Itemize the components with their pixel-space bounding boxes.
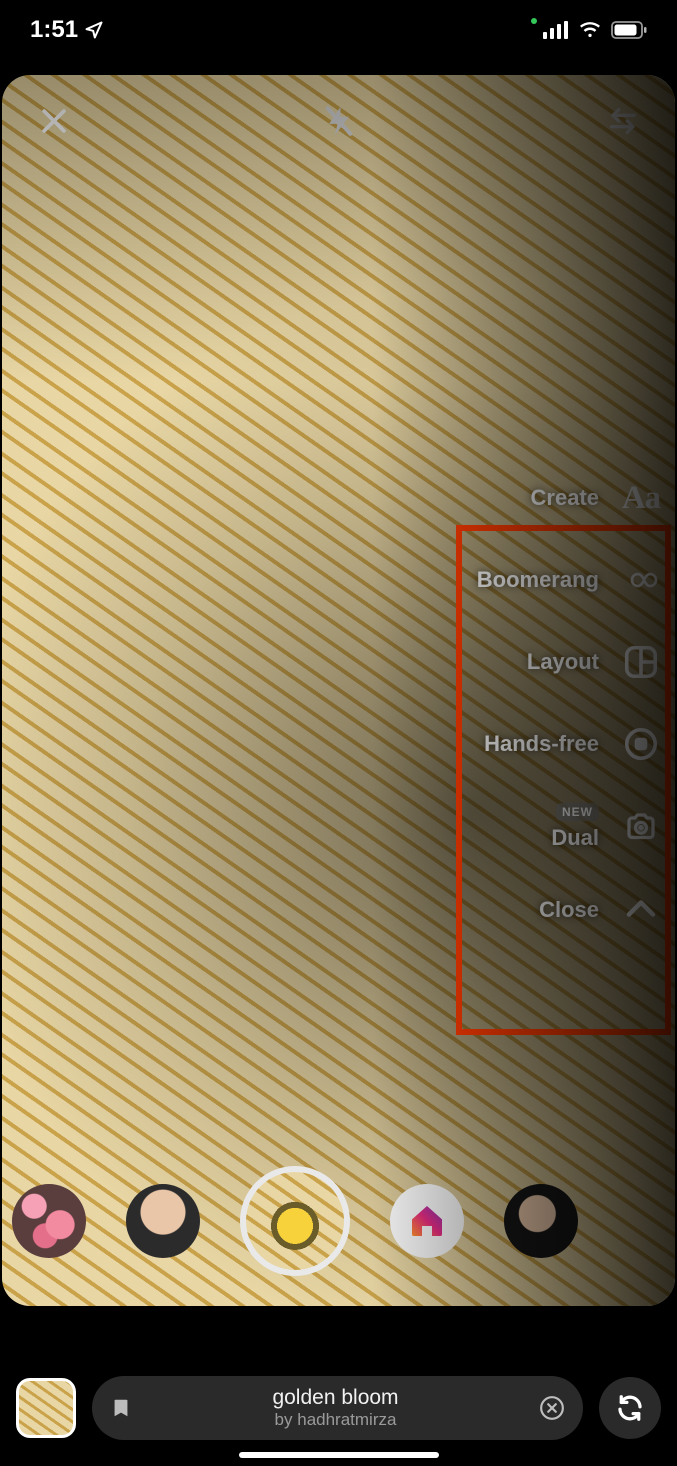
- text-aa-icon: Aa: [621, 478, 661, 518]
- story-tools-column: Create Aa Boomerang Layout Hands-free NE…: [477, 475, 661, 933]
- clear-effect-icon[interactable]: [539, 1395, 565, 1421]
- camera-active-dot-icon: [531, 18, 537, 24]
- flash-button[interactable]: [315, 97, 363, 145]
- effect-thumb[interactable]: [504, 1184, 578, 1258]
- tool-create[interactable]: Create Aa: [477, 475, 661, 521]
- effect-thumb[interactable]: [390, 1184, 464, 1258]
- tool-boomerang-label: Boomerang: [477, 567, 599, 593]
- camera-viewport: Create Aa Boomerang Layout Hands-free NE…: [2, 75, 675, 1306]
- status-time: 1:51: [30, 16, 78, 44]
- tool-dual-label: Dual: [551, 825, 599, 851]
- tool-dual[interactable]: NEW Dual: [477, 803, 661, 851]
- tool-layout-label: Layout: [527, 649, 599, 675]
- location-arrow-icon: [84, 20, 104, 40]
- flash-off-icon: [322, 102, 356, 140]
- effect-title: golden bloom: [150, 1386, 521, 1411]
- layout-grid-icon: [621, 642, 661, 682]
- effects-carousel[interactable]: [2, 1166, 675, 1276]
- bookmark-icon: [110, 1395, 132, 1421]
- status-bar: 1:51: [0, 0, 677, 60]
- effect-thumb[interactable]: [126, 1184, 200, 1258]
- viewport-top-bar: [2, 97, 675, 145]
- effect-info-pill[interactable]: golden bloom by hadhratmirza: [92, 1376, 583, 1440]
- cellular-icon: [543, 21, 569, 39]
- swap-camera-button[interactable]: [599, 97, 647, 145]
- status-time-group: 1:51: [30, 16, 104, 44]
- tool-handsfree-label: Hands-free: [484, 731, 599, 757]
- tool-close-menu[interactable]: Close: [477, 887, 661, 933]
- tool-handsfree[interactable]: Hands-free: [477, 721, 661, 767]
- bottom-bar: golden bloom by hadhratmirza: [0, 1376, 677, 1440]
- capture-button[interactable]: [240, 1166, 350, 1276]
- close-icon: [37, 104, 71, 138]
- tool-layout[interactable]: Layout: [477, 639, 661, 685]
- status-indicators: [531, 18, 647, 42]
- infinity-icon: [621, 560, 661, 600]
- chevron-up-icon: [621, 890, 661, 930]
- tool-boomerang[interactable]: Boomerang: [477, 557, 661, 603]
- dual-camera-icon: [621, 807, 661, 847]
- tool-create-label: Create: [531, 485, 599, 511]
- swap-arrows-icon: [603, 104, 643, 138]
- effect-author: by hadhratmirza: [150, 1410, 521, 1430]
- refresh-icon: [615, 1393, 645, 1423]
- home-gradient-icon: [407, 1201, 447, 1241]
- tool-close-label: Close: [539, 897, 599, 923]
- gallery-thumbnail-button[interactable]: [16, 1378, 76, 1438]
- battery-icon: [611, 21, 647, 39]
- refresh-effects-button[interactable]: [599, 1377, 661, 1439]
- new-badge: NEW: [556, 803, 599, 821]
- close-story-button[interactable]: [30, 97, 78, 145]
- effect-thumb[interactable]: [12, 1184, 86, 1258]
- record-circle-icon: [621, 724, 661, 764]
- home-indicator[interactable]: [239, 1452, 439, 1458]
- wifi-icon: [577, 20, 603, 40]
- effect-info-text: golden bloom by hadhratmirza: [150, 1386, 521, 1431]
